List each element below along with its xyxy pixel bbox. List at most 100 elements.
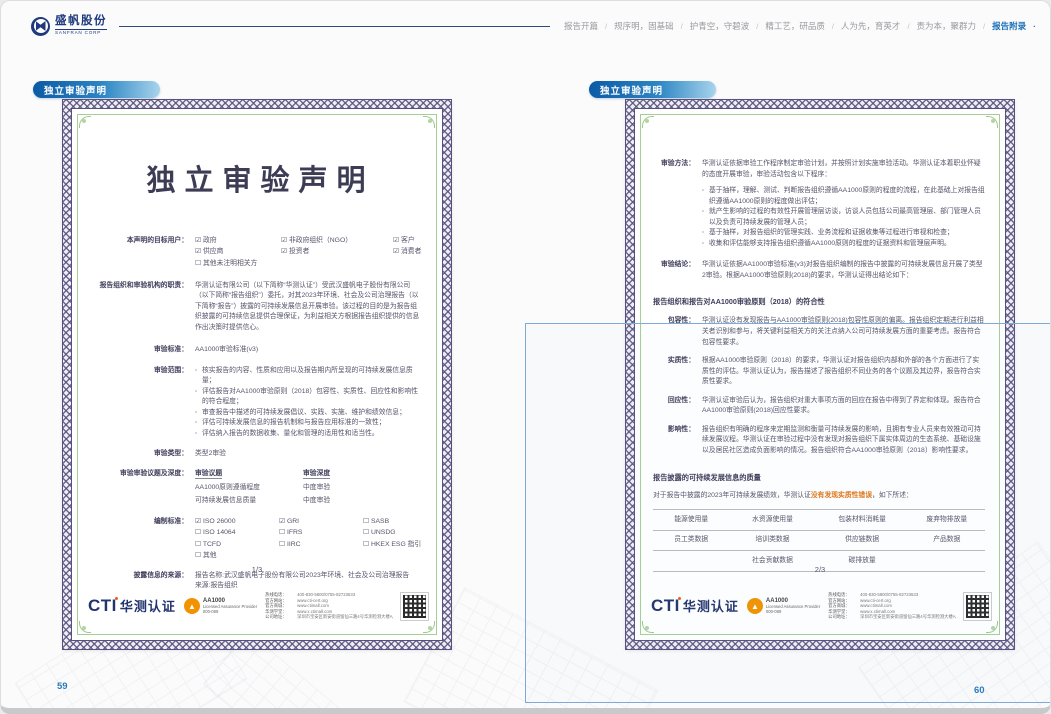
checkbox-tcfd: ☐ TCFD — [195, 540, 279, 551]
principle-row-impact: 影响性： 报告组织有明确的程序来定期监测和衡量可持续发展的影响，且拥有专业人员来… — [653, 425, 985, 457]
conclusion-text: 华测认证依据AA1000审验标准(v3)对报告组织编制的报告中披露的可持续发展信… — [702, 260, 985, 281]
field-label: 本声明的目标用户： — [90, 236, 188, 270]
nav-item-quality[interactable]: 精工艺，研品质 — [765, 20, 825, 32]
contact-label: 公司地址： — [265, 614, 295, 620]
certificate-page-2: 审验方法： 华测认证依据审验工作程序制定审验计划，并按照计划实施审验活动。华测认… — [626, 100, 1014, 649]
field-label: 审验标准： — [90, 345, 188, 356]
quality-highlight: 没有发现实质性错误 — [811, 492, 872, 499]
nav-item-appendix-active[interactable]: 报告附录 — [992, 20, 1026, 32]
checkbox-government: ☑ 政府 — [195, 236, 281, 247]
table-cell: 废弃物排放量 — [909, 515, 985, 526]
checkbox-sasb: ☐ SASB — [363, 517, 422, 528]
principle-text: 华测认证审验后认为，报告组织对重大事项方面的回应在报告中得到了界定和体现。报告符… — [702, 396, 985, 417]
depth-level: 中度审验 — [303, 496, 422, 507]
prep-standard-row: 编制标准： ☑ ISO 26000 ☑ GRI ☐ SASB ☐ ISO 140… — [90, 517, 422, 562]
checkbox-iso14064: ☐ ISO 14064 — [195, 528, 279, 539]
checkbox-gri: ☑ GRI — [279, 517, 363, 528]
company-name-en: SANFRAN CORP — [55, 29, 107, 36]
standard-text: AA1000审验标准(v3) — [195, 345, 422, 356]
qr-code — [964, 593, 991, 620]
checkbox-other-std: ☐ 其他 — [195, 551, 279, 562]
responsibility-text: 华测认证有限公司（以下简称“华测认证”）受武汉盛帆电子股份有限公司（以下简称“报… — [195, 281, 422, 334]
responsibility-row: 报告组织和审验机构的职责： 华测认证有限公司（以下简称“华测认证”）受武汉盛帆电… — [90, 281, 422, 334]
nav-item-responsibility[interactable]: 责为本，聚群力 — [917, 20, 977, 32]
nav-separator: / — [832, 22, 834, 31]
cti-logo-mark: CTI — [651, 596, 680, 616]
aa1000-number: 000-089 — [766, 610, 820, 615]
quality-suffix: ，如下所述： — [872, 492, 913, 499]
cti-logo: CTI 华测认证 — [651, 596, 739, 616]
sheet-page-indicator: 2/3 — [641, 565, 999, 574]
section-heading-compliance: 报告组织和报告对AA1000审验原则（2018）的符合性 — [653, 296, 985, 307]
method-intro: 华测认证依据审验工作程序制定审验计划，并按照计划实施审验活动。华测认证本着职业怀… — [702, 159, 985, 180]
principle-label: 回应性： — [653, 396, 695, 417]
section-heading-quality: 报告披露的可持续发展信息的质量 — [653, 472, 985, 483]
nav-separator: / — [983, 22, 985, 31]
nav-item-environment[interactable]: 护青空，守碧波 — [690, 20, 750, 32]
report-spread: 盛帆股份 SANFRAN CORP 报告开篇 / 规序明，固基础 / 护青空，守… — [0, 0, 1051, 714]
certificate-content: 独立审验声明 本声明的目标用户： ☑ 政府 ☑ 非政府组织（NGO） ☑ 客户 … — [78, 115, 436, 634]
depth-topic: AA1000原则遵循程度 — [195, 483, 303, 494]
checkbox-unsdg: ☐ UNSDG — [363, 528, 422, 539]
principle-label: 实质性： — [653, 356, 695, 388]
target-users-row: 本声明的目标用户： ☑ 政府 ☑ 非政府组织（NGO） ☑ 客户 ☑ 供应商 ☑… — [90, 236, 422, 270]
section-badge-left: 独立审验声明 — [33, 81, 160, 98]
depth-col-header: 审验议题 — [195, 470, 222, 479]
cti-logo-name: 华测认证 — [120, 596, 176, 615]
checkbox-other: ☐ 其他未注明相关方 — [195, 259, 281, 270]
contact-block: 热线电话：400-830-5800/0755-82723633 官方网站：www… — [828, 592, 956, 620]
scope-item: 评估纳入报告的数据收集、量化和管理的适用性和适当性。 — [195, 429, 422, 440]
depth-level: 中度审验 — [303, 483, 422, 494]
table-cell: 能源使用量 — [653, 515, 729, 526]
nav-item-opening[interactable]: 报告开篇 — [564, 20, 598, 32]
section-badge-right: 独立审验声明 — [589, 81, 716, 98]
scope-item: 评估报告对AA1000审验原则（2018）包容性、实质性、回应性和影响性的符合程… — [195, 387, 422, 408]
table-cell: 产品数据 — [909, 535, 985, 546]
assurer-footer: CTI 华测认证 ▲ AA1000 Licensed Assurance Pro… — [651, 592, 991, 620]
contact-block: 热线电话：400-830-5800/0755-82723633 官方网站：www… — [265, 592, 393, 620]
table-row: 能源使用量 水资源使用量 包装材料消耗量 废弃物排放量 — [653, 509, 985, 530]
principle-label: 影响性： — [653, 425, 695, 457]
method-item: 基于抽样，对报告组织的管理实践、业务流程和证据收集等过程进行审视和检查； — [702, 228, 985, 239]
table-row: 员工类数据 培训类数据 供应链数据 产品数据 — [653, 530, 985, 551]
nav-separator: / — [605, 22, 607, 31]
checkbox-ngo: ☑ 非政府组织（NGO） — [281, 236, 393, 247]
checkbox-iirc: ☐ IIRC — [279, 540, 363, 551]
page-header: 盛帆股份 SANFRAN CORP 报告开篇 / 规序明，固基础 / 护青空，守… — [31, 14, 1036, 38]
principle-row-materiality: 实质性： 根据AA1000审验原则（2018）的要求，华测认证对报告组织内部和外… — [653, 356, 985, 388]
checkbox-customer: ☑ 客户 — [393, 236, 422, 247]
verified-data-table: 能源使用量 水资源使用量 包装材料消耗量 废弃物排放量 员工类数据 培训类数据 … — [653, 509, 985, 572]
field-label: 审验类型： — [90, 449, 188, 460]
scope-item: 评估可持续发展信息的报告机制和与报告应用标准的一致性； — [195, 418, 422, 429]
nav-active-marker: · — [1033, 21, 1036, 31]
table-cell: 员工类数据 — [653, 535, 729, 546]
sheet-page-indicator: 1/3 — [78, 565, 436, 574]
conclusion-row: 审验结论： 华测认证依据AA1000审验标准(v3)对报告组织编制的报告中披露的… — [653, 260, 985, 281]
checkbox-ifrs: ☐ IFRS — [279, 528, 363, 539]
checkbox-supplier: ☑ 供应商 — [195, 247, 281, 258]
field-label: 报告组织和审验机构的职责： — [90, 281, 188, 334]
principle-row-inclusivity: 包容性： 华测认证没有发现报告与AA1000审验原则(2018)包容性原则的偏离… — [653, 316, 985, 348]
quality-statement: 对于报告中披露的2023年可持续发展绩效，华测认证没有发现实质性错误，如下所述： — [653, 491, 985, 502]
certificate-title: 独立审验声明 — [90, 159, 422, 204]
checkbox-investor: ☑ 投资者 — [281, 247, 393, 258]
report-page-number-left: 59 — [57, 681, 68, 692]
type-row: 审验类型： 类型2审验 — [90, 449, 422, 460]
company-logo-icon — [31, 17, 50, 36]
report-page-number-right: 60 — [974, 685, 985, 696]
cti-logo-mark: CTI — [88, 596, 117, 616]
field-label: 审验方法： — [653, 159, 695, 249]
principle-text: 报告组织有明确的程序来定期监测和衡量可持续发展的影响，且拥有专业人员来有效推动可… — [702, 425, 985, 457]
method-item: 就产生影响的过程的有效性开展管理层访谈，访谈人员包括公司最高管理层、部门管理人员… — [702, 207, 985, 228]
nav-item-governance[interactable]: 规序明，固基础 — [614, 20, 674, 32]
scope-row: 审验范围： 核实报告的内容、性质和应用以及报告期内所呈现的可持续发展信息质量； … — [90, 366, 422, 440]
quality-prefix: 对于报告中披露的2023年可持续发展绩效，华测认证 — [653, 492, 811, 499]
principle-label: 包容性： — [653, 316, 695, 348]
nav-item-people[interactable]: 人为先，育英才 — [841, 20, 901, 32]
scope-item: 审查报告中描述的可持续发展倡议、实践、实施、维护和绩效信息； — [195, 408, 422, 419]
table-cell: 供应链数据 — [816, 535, 909, 546]
aa1000-badge: ▲ AA1000 Licensed Assurance Provider 000… — [747, 598, 820, 615]
table-cell: 包装材料消耗量 — [816, 515, 909, 526]
cti-logo-name: 华测认证 — [683, 596, 739, 615]
nav-separator: / — [681, 22, 683, 31]
